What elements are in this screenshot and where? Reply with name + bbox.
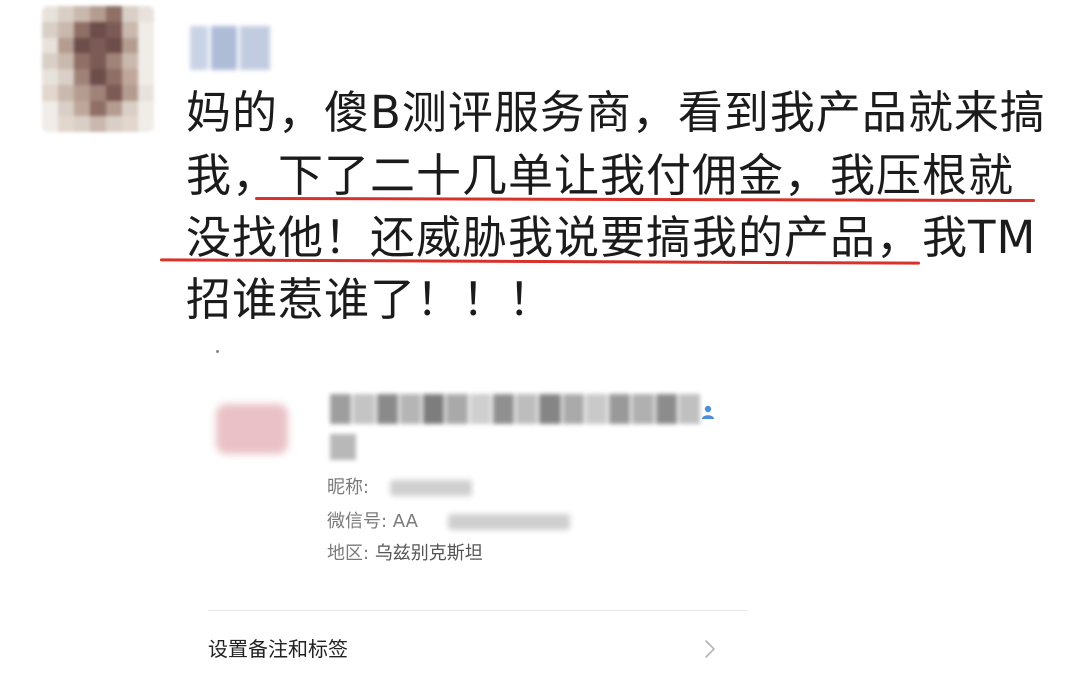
blur-pixel <box>330 394 352 424</box>
blur-pixel <box>446 394 468 424</box>
avatar-pixel <box>106 37 122 54</box>
nickname-value-blurred <box>390 480 472 496</box>
avatar-pixel <box>42 69 58 85</box>
avatar-pixel <box>90 84 106 101</box>
avatar-pixel <box>58 6 74 22</box>
avatar-pixel <box>138 6 154 22</box>
avatar-pixel <box>106 100 122 117</box>
avatar-pixel <box>106 21 122 38</box>
avatar-pixel <box>74 116 90 132</box>
chevron-right-icon <box>705 640 715 658</box>
avatar-pixel <box>122 116 138 132</box>
blur-pixel <box>492 394 514 424</box>
avatar-pixel <box>138 84 154 101</box>
contact-avatar[interactable] <box>216 404 288 454</box>
blur-pixel <box>678 394 700 424</box>
avatar-pixel <box>106 84 122 101</box>
blur-pixel <box>539 394 561 424</box>
contact-name-blurred-second-line <box>330 434 356 460</box>
avatar-pixel <box>122 6 138 22</box>
blur-pixel <box>353 394 375 424</box>
avatar-pixel <box>58 21 74 38</box>
avatar-pixel <box>42 116 58 132</box>
avatar-pixel <box>90 69 106 85</box>
nickname-label: 昵称: <box>327 477 370 498</box>
avatar-pixel <box>122 100 138 117</box>
avatar-pixel <box>58 116 74 132</box>
blur-pixel <box>516 394 538 424</box>
avatar-pixel <box>74 37 90 54</box>
avatar-pixel <box>106 116 122 132</box>
avatar-pixel <box>42 100 58 117</box>
blur-pixel <box>469 394 491 424</box>
post-line: 妈的，傻B测评服务商，看到我产品就来搞 <box>186 86 1046 139</box>
avatar-pixel <box>106 6 122 22</box>
avatar-pixel <box>138 116 154 132</box>
avatar-pixel <box>122 84 138 101</box>
avatar-pixel <box>90 116 106 132</box>
avatar-pixel <box>122 21 138 38</box>
blur-pixel <box>423 394 445 424</box>
contact-card-screenshot: 昵称: 微信号: AA 地区: 乌兹别克斯坦 设置备注和标签 <box>180 340 750 690</box>
settings-label: 设置备注和标签 <box>208 637 348 661</box>
avatar-pixel <box>90 100 106 117</box>
region-label: 地区: <box>327 543 370 564</box>
avatar-pixel <box>58 100 74 117</box>
blur-pixel <box>562 394 584 424</box>
screenshot-page: 妈的，傻B测评服务商，看到我产品就来搞 我，下了二十几单让我付佣金，我压根就 没… <box>0 0 1080 690</box>
wechat-id-label: 微信号: AA <box>327 511 418 532</box>
avatar-pixel <box>138 21 154 38</box>
avatar-pixel <box>42 37 58 54</box>
avatar-pixel <box>74 21 90 38</box>
blur-pixel <box>632 394 654 424</box>
blur-pixel <box>399 394 421 424</box>
avatar-pixel <box>138 100 154 117</box>
avatar-pixel <box>122 53 138 69</box>
post-line: 招谁惹谁了！！！ <box>186 273 555 326</box>
avatar-pixel <box>90 53 106 69</box>
divider <box>208 610 748 611</box>
avatar-pixel <box>90 37 106 54</box>
avatar-pixel <box>138 69 154 85</box>
decorative-dot <box>216 350 219 353</box>
blur-pixel <box>376 394 398 424</box>
avatar-pixel <box>90 6 106 22</box>
avatar-pixel <box>74 100 90 117</box>
avatar-pixel <box>58 84 74 101</box>
blur-pixel <box>585 394 607 424</box>
avatar-pixel <box>106 69 122 85</box>
male-person-icon <box>702 405 714 419</box>
avatar-pixel <box>42 53 58 69</box>
avatar-pixel <box>138 37 154 54</box>
avatar-pixel <box>58 53 74 69</box>
blur-pixel <box>655 394 677 424</box>
avatar-pixel <box>74 69 90 85</box>
avatar-pixel <box>42 6 58 22</box>
avatar-pixel <box>122 37 138 54</box>
avatar-pixel <box>58 69 74 85</box>
avatar-pixel <box>90 21 106 38</box>
avatar-pixel <box>138 53 154 69</box>
avatar-pixel <box>74 53 90 69</box>
blur-pixel <box>609 394 631 424</box>
wechat-id-value-blurred <box>448 514 570 530</box>
avatar-pixel <box>122 69 138 85</box>
avatar-pixel <box>74 6 90 22</box>
author-name-blurred[interactable] <box>190 26 270 70</box>
region-value: 乌兹别克斯坦 <box>374 543 483 564</box>
avatar-pixel <box>74 84 90 101</box>
avatar-pixel <box>58 37 74 54</box>
set-remark-and-tags-row[interactable]: 设置备注和标签 <box>208 622 748 674</box>
avatar-pixel <box>106 53 122 69</box>
region-row: 地区: 乌兹别克斯坦 <box>327 542 483 566</box>
author-avatar[interactable] <box>42 6 154 132</box>
avatar-pixel <box>42 84 58 101</box>
contact-name-blurred <box>330 394 700 424</box>
avatar-pixel <box>42 21 58 38</box>
